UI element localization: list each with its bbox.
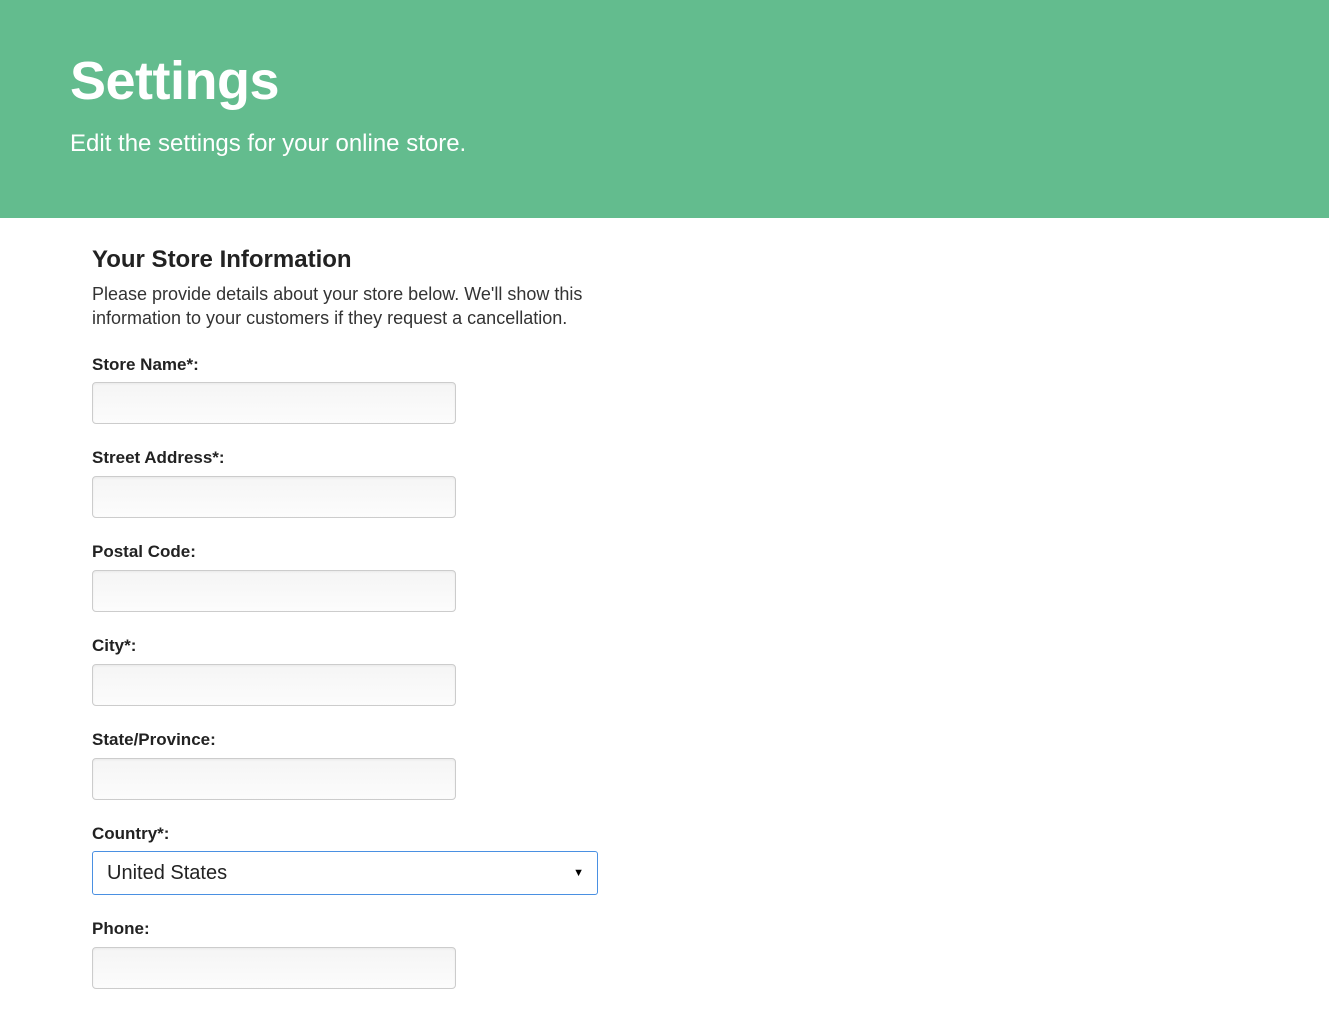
content-area: Your Store Information Please provide de… [0,218,720,989]
page-title: Settings [70,50,1259,112]
city-input[interactable] [92,664,456,706]
street-address-label: Street Address*: [92,446,232,470]
form-group-city: City*: [92,634,720,706]
form-group-state-province: State/Province: [92,728,720,800]
postal-code-label: Postal Code: [92,540,232,564]
page-subtitle: Edit the settings for your online store. [70,130,1259,158]
form-group-postal-code: Postal Code: [92,540,720,612]
phone-label: Phone: [92,917,232,941]
city-label: City*: [92,634,232,658]
header-banner: Settings Edit the settings for your onli… [0,0,1329,218]
form-group-store-name: Store Name*: [92,353,720,425]
state-province-label: State/Province: [92,728,232,752]
country-label: Country*: [92,822,232,846]
section-description: Please provide details about your store … [92,282,612,331]
state-province-input[interactable] [92,758,456,800]
form-group-street-address: Street Address*: [92,446,720,518]
store-name-input[interactable] [92,382,456,424]
country-select[interactable]: United States [92,851,598,895]
postal-code-input[interactable] [92,570,456,612]
form-group-country: Country*: United States ▼ [92,822,720,896]
section-title: Your Store Information [92,246,720,274]
form-group-phone: Phone: [92,917,720,989]
street-address-input[interactable] [92,476,456,518]
store-name-label: Store Name*: [92,353,232,377]
phone-input[interactable] [92,947,456,989]
country-select-wrapper: United States ▼ [92,851,598,895]
